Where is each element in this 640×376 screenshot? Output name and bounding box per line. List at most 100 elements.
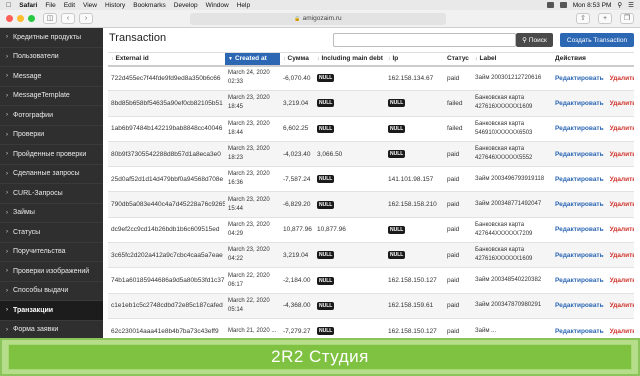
column-header-sum[interactable]: ↕ Сумма xyxy=(280,52,314,67)
forward-button[interactable]: › xyxy=(79,13,93,24)
delete-link[interactable]: Удалить xyxy=(610,201,634,208)
share-button[interactable]: ⇧ xyxy=(576,13,590,24)
edit-link[interactable]: Редактировать xyxy=(555,176,604,183)
battery-icon[interactable] xyxy=(546,2,554,8)
maximize-window-icon[interactable] xyxy=(28,15,35,22)
menu-history[interactable]: History xyxy=(105,2,125,9)
menu-window[interactable]: Window xyxy=(206,2,229,9)
menu-file[interactable]: File xyxy=(45,2,55,9)
wifi-icon[interactable] xyxy=(559,2,567,8)
null-badge: NULL xyxy=(317,99,335,108)
apple-icon[interactable]:  xyxy=(6,2,11,9)
delete-link[interactable]: Удалить xyxy=(610,75,634,82)
column-header-external-id[interactable]: ↕ External id xyxy=(108,52,225,67)
sidebar-item-message[interactable]: › Message xyxy=(0,67,103,87)
menu-edit[interactable]: Edit xyxy=(64,2,75,9)
sidebar-item-guarantees[interactable]: › Поручительства xyxy=(0,243,103,262)
delete-link[interactable]: Удалить xyxy=(610,100,634,107)
search-button[interactable]: ⚲ Поиск xyxy=(516,33,553,47)
sidebar-item-users[interactable]: › Пользователи xyxy=(0,48,103,67)
cell-sum: 6,602.25 xyxy=(280,116,314,142)
create-transaction-button[interactable]: Создать Transaction xyxy=(560,33,634,47)
column-header-label-col[interactable]: ↕ Label xyxy=(472,52,552,67)
studio-banner-text: 2R2 Студия xyxy=(271,347,369,366)
cell-actions: Редактировать Удалить xyxy=(552,191,634,218)
delete-link[interactable]: Удалить xyxy=(610,328,634,335)
search-icon[interactable]: ⚲ xyxy=(617,1,622,9)
cell-status: failed xyxy=(444,116,472,142)
delete-link[interactable]: Удалить xyxy=(610,252,634,259)
cell-ip: 162.158.150.127 xyxy=(385,267,444,294)
sidebar-item-requests[interactable]: › Сделанные запросы xyxy=(0,165,103,184)
cell-main-debt: NULL xyxy=(314,90,385,117)
cell-actions: Редактировать Удалить xyxy=(552,65,634,92)
close-window-icon[interactable] xyxy=(6,15,13,22)
column-header-main-debt[interactable]: ↕ Including main debt xyxy=(314,52,385,67)
sidebar-item-loans[interactable]: › Займы xyxy=(0,204,103,223)
delete-link[interactable]: Удалить xyxy=(610,151,634,158)
menu-app[interactable]: Safari xyxy=(19,2,37,9)
cell-main-debt: NULL xyxy=(314,166,385,193)
menu-list-icon[interactable]: ☰ xyxy=(628,1,634,9)
edit-link[interactable]: Редактировать xyxy=(555,125,604,132)
sidebar-item-statuses[interactable]: › Статусы xyxy=(0,223,103,243)
cell-main-debt: NULL xyxy=(314,267,385,294)
sidebar-item-message-template[interactable]: › MessageTemplate xyxy=(0,87,103,106)
delete-link[interactable]: Удалить xyxy=(610,176,634,183)
menu-help[interactable]: Help xyxy=(237,2,250,9)
edit-link[interactable]: Редактировать xyxy=(555,252,604,259)
cell-ip: NULL xyxy=(385,217,444,244)
address-bar[interactable]: 🔒 amigozaim.ru xyxy=(190,13,446,25)
sidebar-item-photos[interactable]: › Фотографии xyxy=(0,106,103,126)
table-row: 3c65fc2d202a412a9c7cbc4caa5a7eae March 23… xyxy=(108,242,634,269)
sidebar-item-curl-requests[interactable]: › CURL-Запросы xyxy=(0,184,103,204)
back-button[interactable]: ‹ xyxy=(61,13,75,24)
address-url: amigozaim.ru xyxy=(302,15,342,22)
main-content: Transaction ⚲ Поиск Создать Transaction … xyxy=(103,28,640,348)
column-header-label: Статус xyxy=(447,55,469,63)
column-header-status: Статус xyxy=(444,52,472,67)
chevron-right-icon: › xyxy=(6,73,8,80)
edit-link[interactable]: Редактировать xyxy=(555,328,604,335)
menubar-clock[interactable]: Mon 8:53 PM xyxy=(573,2,612,9)
sidebar-item-image-checks[interactable]: › Проверки изображений xyxy=(0,262,103,282)
sidebar-item-transactions[interactable]: › Транзакции xyxy=(0,301,103,321)
edit-link[interactable]: Редактировать xyxy=(555,277,604,284)
search-input[interactable] xyxy=(333,33,516,47)
sidebar-item-label: Способы выдачи xyxy=(13,287,69,295)
cell-created-at: March 23, 2020 16:36 xyxy=(225,166,280,193)
minimize-window-icon[interactable] xyxy=(17,15,24,22)
menu-develop[interactable]: Develop xyxy=(174,2,198,9)
cell-label: Банковская карта 427646XXXXXX5552 xyxy=(472,141,552,168)
sidebar-item-checks[interactable]: › Проверки xyxy=(0,126,103,145)
sort-icon: ↕ xyxy=(111,56,114,63)
menu-bookmarks[interactable]: Bookmarks xyxy=(133,2,166,9)
column-header-created-at[interactable]: ▼ Created at xyxy=(225,52,280,67)
edit-link[interactable]: Редактировать xyxy=(555,75,604,82)
sidebar-toggle-button[interactable]: ◫ xyxy=(43,13,57,24)
edit-link[interactable]: Редактировать xyxy=(555,201,604,208)
delete-link[interactable]: Удалить xyxy=(610,226,634,233)
sidebar-item-label: Займы xyxy=(13,209,35,217)
edit-link[interactable]: Редактировать xyxy=(555,151,604,158)
delete-link[interactable]: Удалить xyxy=(610,302,634,309)
delete-link[interactable]: Удалить xyxy=(610,277,634,284)
cell-sum: -4,368.00 xyxy=(280,293,314,319)
cell-external-id: 80b9f37305542288d8b57d1a8eca3e0 xyxy=(108,141,225,168)
sidebar-item-payout-methods[interactable]: › Способы выдачи xyxy=(0,282,103,301)
cell-external-id: 25d0af52d1d14d479bbf0a94568d708e xyxy=(108,166,225,193)
delete-link[interactable]: Удалить xyxy=(610,125,634,132)
edit-link[interactable]: Редактировать xyxy=(555,302,604,309)
edit-link[interactable]: Редактировать xyxy=(555,226,604,233)
new-tab-button[interactable]: + xyxy=(598,13,612,24)
edit-link[interactable]: Редактировать xyxy=(555,100,604,107)
column-header-ip[interactable]: ↕ Ip xyxy=(385,52,444,67)
sidebar-item-passed-checks[interactable]: › Пройденные проверки xyxy=(0,145,103,165)
tabs-overview-button[interactable]: ❐ xyxy=(620,13,634,24)
sidebar-item-label: Message xyxy=(13,72,42,80)
cell-external-id: 1ab6b97484b142219bab8848cc40046 xyxy=(108,116,225,142)
cell-actions: Редактировать Удалить xyxy=(552,217,634,244)
menu-view[interactable]: View xyxy=(83,2,97,9)
sidebar-item-credit-products[interactable]: › Кредитные продукты xyxy=(0,28,103,48)
chevron-right-icon: › xyxy=(6,92,8,99)
